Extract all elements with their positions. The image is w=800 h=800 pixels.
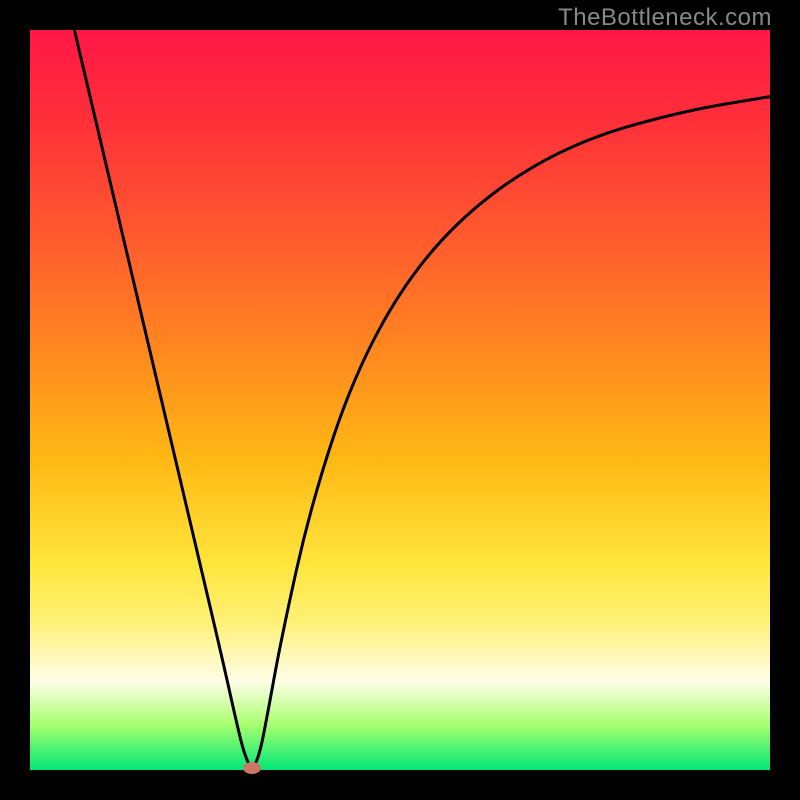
plot-area	[30, 30, 770, 770]
bottleneck-curve	[74, 30, 770, 766]
watermark-text: TheBottleneck.com	[558, 4, 772, 32]
curve-svg	[30, 30, 770, 770]
chart-frame: TheBottleneck.com	[0, 0, 800, 800]
minimum-marker	[243, 762, 261, 774]
